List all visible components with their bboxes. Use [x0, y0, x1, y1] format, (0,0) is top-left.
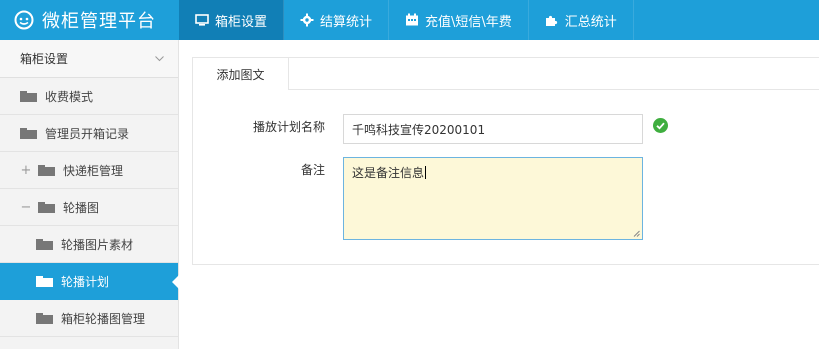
plan-name-row: 播放计划名称 千鸣科技宣传20200101 — [193, 114, 668, 144]
sidebar: 箱柜设置 收费模式 管理员开箱记录 + 快递柜管理 − 轮播图 轮播图片素材 轮… — [0, 40, 179, 349]
top-bar: 微柜管理平台 箱柜设置 结算统计 充值\短信\年费 汇总统计 — [0, 0, 819, 40]
sidebar-item-carousel[interactable]: − 轮播图 — [0, 189, 178, 226]
sidebar-item-locker-management[interactable]: + 快递柜管理 — [0, 152, 178, 189]
folder-icon — [38, 164, 55, 176]
app-logo[interactable]: 微柜管理平台 — [0, 0, 179, 40]
expand-icon[interactable]: + — [20, 163, 32, 178]
check-circle-icon — [653, 118, 668, 133]
logo-icon — [14, 10, 34, 30]
note-textarea[interactable]: 这是备注信息 — [343, 157, 643, 240]
nav-summary-stats[interactable]: 汇总统计 — [529, 0, 634, 40]
puzzle-icon — [545, 15, 557, 26]
app-title: 微柜管理平台 — [42, 11, 156, 32]
folder-icon — [20, 90, 37, 102]
sidebar-item-cabinet-carousel-management[interactable]: 箱柜轮播图管理 — [0, 300, 178, 337]
folder-icon — [36, 312, 53, 324]
note-row: 备注 这是备注信息 — [193, 157, 643, 240]
sidebar-item-carousel-plan[interactable]: 轮播计划 — [0, 263, 179, 300]
nav-cabinet-settings[interactable]: 箱柜设置 — [179, 0, 285, 40]
monitor-icon — [195, 14, 209, 26]
sidebar-item-admin-open-records[interactable]: 管理员开箱记录 — [0, 115, 178, 152]
plan-name-label: 播放计划名称 — [252, 120, 325, 134]
sidebar-item-charge-mode[interactable]: 收费模式 — [0, 78, 178, 115]
folder-icon — [38, 201, 55, 213]
folder-icon — [20, 127, 37, 139]
folder-icon — [36, 275, 53, 287]
note-label: 备注 — [300, 163, 325, 177]
collapse-icon[interactable]: − — [20, 200, 32, 215]
nav-settlement-stats[interactable]: 结算统计 — [284, 0, 390, 40]
top-nav: 箱柜设置 结算统计 充值\短信\年费 汇总统计 — [179, 0, 634, 40]
text-caret — [425, 166, 427, 179]
chevron-down-icon — [155, 55, 164, 61]
nav-recharge-sms-fee[interactable]: 充值\短信\年费 — [389, 0, 529, 40]
calendar-icon — [406, 13, 419, 26]
folder-icon — [36, 238, 53, 250]
tab-add-graphic[interactable]: 添加图文 — [193, 58, 289, 90]
tab-bar: 添加图文 — [193, 58, 819, 90]
form-panel: 添加图文 播放计划名称 千鸣科技宣传20200101 备注 这是备注信息 — [192, 57, 819, 265]
resize-handle-icon[interactable] — [632, 229, 640, 237]
sidebar-header[interactable]: 箱柜设置 — [0, 40, 178, 78]
sidebar-item-carousel-materials[interactable]: 轮播图片素材 — [0, 226, 178, 263]
gear-icon — [300, 13, 314, 27]
plan-name-input[interactable]: 千鸣科技宣传20200101 — [343, 114, 643, 144]
